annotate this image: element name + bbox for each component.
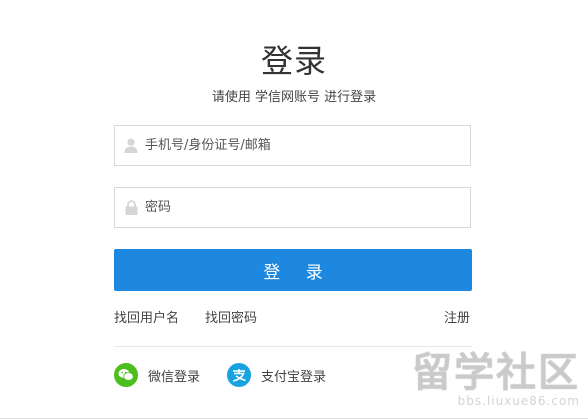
user-icon — [123, 138, 139, 154]
divider — [114, 346, 472, 347]
page-title: 登录 — [260, 42, 327, 80]
login-button[interactable]: 登 录 — [114, 249, 472, 291]
forgot-password-link[interactable]: 找回密码 — [205, 307, 257, 326]
alipay-login-label: 支付宝登录 — [261, 369, 327, 385]
alipay-login[interactable]: 支付宝登录 — [227, 363, 326, 387]
watermark-url: bbs.liuxue86.com — [457, 394, 580, 408]
watermark: 留学社区 bbs.liuxue86.com — [410, 352, 580, 408]
password-field[interactable] — [114, 187, 471, 228]
page-subtitle: 请使用 学信网账号 进行登录 — [211, 90, 377, 105]
register-link[interactable]: 注册 — [444, 307, 470, 326]
username-field[interactable] — [114, 125, 471, 166]
alipay-icon — [227, 363, 251, 387]
password-input[interactable] — [145, 188, 470, 227]
watermark-brand: 留学社区 — [412, 350, 580, 396]
wechat-login-label: 微信登录 — [148, 369, 201, 385]
forgot-username-link[interactable]: 找回用户名 — [114, 307, 179, 326]
wechat-icon — [114, 363, 138, 387]
username-input[interactable] — [145, 126, 470, 165]
lock-icon — [123, 200, 139, 216]
wechat-login[interactable]: 微信登录 — [114, 363, 200, 387]
